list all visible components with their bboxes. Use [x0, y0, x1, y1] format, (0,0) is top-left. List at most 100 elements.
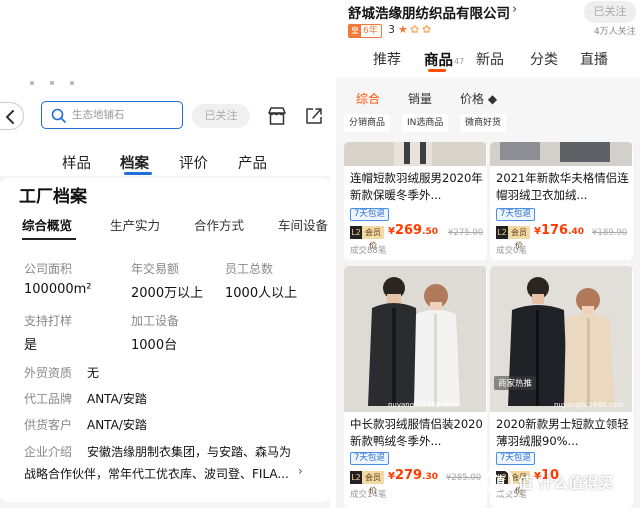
subtab-overview[interactable]: 综合概览: [22, 215, 72, 234]
metric-label: 员工总数: [225, 262, 274, 276]
row-value: ANTA/安踏: [87, 392, 147, 406]
search-box[interactable]: [41, 101, 183, 129]
store-icon[interactable]: [266, 106, 288, 126]
price-dec: .40: [568, 227, 585, 237]
profile-tabs: 样品 档案 评价 产品: [62, 152, 292, 174]
status-bar-remnant: [30, 70, 90, 85]
price-int: 279: [394, 468, 423, 483]
metric-label: 加工设备: [131, 314, 180, 328]
filter-bar: 综合 销量 价格 ◆ 分销商品 IN选商品 微商好货: [336, 78, 640, 142]
sold-count: 成交0笔: [496, 246, 527, 256]
chip-in-select[interactable]: IN选商品: [402, 114, 449, 132]
active-tab-indicator: [428, 69, 446, 72]
tab-live[interactable]: 直播: [580, 49, 608, 69]
follower-count: 4万人关注: [594, 27, 636, 37]
subtab-capacity[interactable]: 生产实力: [110, 215, 160, 234]
price-dec: .50: [422, 227, 439, 237]
return-policy-tag: 7天包退: [496, 208, 535, 221]
image-caption: nuyangfs.1688.com: [554, 401, 624, 409]
sort-sales[interactable]: 销量: [408, 90, 432, 107]
product-image[interactable]: nuyangfs.1688.com: [344, 266, 486, 412]
product-title[interactable]: 2021年新款华夫格情侣连帽羽绒卫衣加绒...: [496, 170, 630, 204]
currency: ¥: [388, 226, 395, 237]
return-policy-tag: 7天包退: [350, 208, 389, 221]
tab-goods[interactable]: 商品: [424, 49, 453, 70]
share-icon[interactable]: [304, 106, 324, 126]
price-int: 176: [540, 223, 569, 238]
expand-intro-button[interactable]: ›: [298, 464, 303, 478]
product-image[interactable]: 商家热推 nuyangfs.1688.com: [490, 266, 632, 412]
product-price: ¥269.50: [388, 223, 438, 238]
shop-chevron-icon[interactable]: ›: [512, 2, 517, 17]
shop-name[interactable]: 舒城浩缘朋纺织品有限公司: [348, 2, 510, 22]
tab-new[interactable]: 新品: [476, 49, 504, 69]
tab-samples[interactable]: 样品: [62, 152, 91, 173]
chip-distribution[interactable]: 分销商品: [344, 114, 391, 132]
original-price: ¥189.90: [592, 228, 628, 238]
follow-button[interactable]: 已关注: [192, 104, 250, 128]
currency: ¥: [388, 471, 395, 482]
price-dec: .30: [422, 472, 439, 482]
product-title[interactable]: 连帽短款羽绒服男2020年新款保暖冬季外...: [350, 170, 484, 204]
sort-comprehensive[interactable]: 综合: [356, 90, 380, 107]
star-icon: ✿: [422, 23, 432, 36]
years-label: 6年: [363, 26, 378, 36]
currency: ¥: [534, 226, 541, 237]
row-label: 供货客户: [24, 418, 73, 432]
product-card[interactable]: 连帽短款羽绒服男2020年新款保暖冬季外... 7天包退 L2 会员价 ¥269.…: [344, 142, 487, 260]
metric-value: 是: [24, 338, 38, 353]
metric-label: 年交易额: [131, 262, 180, 276]
tab-recommend[interactable]: 推荐: [373, 49, 401, 69]
member-price-badge: L2 会员价: [350, 471, 384, 495]
product-image[interactable]: [490, 142, 632, 166]
chip-wechat-goods[interactable]: 微商好货: [460, 114, 507, 132]
product-grid: 连帽短款羽绒服男2020年新款保暖冬季外... 7天包退 L2 会员价 ¥269.…: [336, 142, 640, 508]
row-label: 外贸资质: [24, 366, 73, 380]
left-header: 已关注 样品 档案 评价 产品: [0, 0, 330, 176]
metric-value: 1000台: [131, 338, 178, 353]
tab-profile[interactable]: 档案: [120, 152, 149, 173]
star-icon: ✿: [410, 23, 420, 36]
hot-recommend-tag: 商家热推: [494, 376, 537, 390]
metric-label: 公司面积: [24, 262, 73, 276]
product-image[interactable]: [344, 142, 486, 166]
metric-label: 支持打样: [24, 314, 73, 328]
sold-count: 成交88笔: [350, 246, 387, 256]
original-price: ¥275.00: [448, 228, 484, 238]
row-value: 无: [87, 366, 100, 380]
follow-shop-button[interactable]: 已关注: [584, 1, 636, 23]
tab-categories[interactable]: 分类: [530, 49, 558, 69]
factory-card: 工厂档案 综合概览 生产实力 合作方式 车间设备 公司面积 100000m² 年…: [0, 178, 330, 502]
product-title[interactable]: 2020新款男士短款立领轻薄羽绒服90%...: [496, 416, 630, 450]
price-int: 269: [394, 223, 423, 238]
search-input[interactable]: [72, 106, 176, 124]
crown-icon: 皇: [349, 24, 361, 38]
years-badge: 皇 6年: [348, 24, 382, 38]
watermark: 值 值 什么值得买: [478, 460, 638, 500]
product-card[interactable]: nuyangfs.1688.com 中长款羽绒服情侣装2020新款鸭绒冬季外..…: [344, 266, 487, 508]
subtab-cooperation[interactable]: 合作方式: [194, 215, 244, 234]
row-label: 代工品牌: [24, 392, 73, 406]
back-button[interactable]: [0, 102, 24, 130]
shop-products-panel: 舒城浩缘朋纺织品有限公司 › 已关注 皇 6年 3 ★ ✿ ✿ 4万人关注 推荐 …: [336, 0, 640, 508]
star-icon: ★: [398, 23, 408, 36]
rating-value: 3: [388, 23, 395, 36]
l2-label: L2: [350, 226, 362, 239]
member-price-badge: L2 会员价: [350, 226, 384, 250]
watermark-text: 值 什么值得买: [518, 474, 614, 492]
metric-value: 100000m²: [24, 282, 92, 297]
product-card[interactable]: 2021年新款华夫格情侣连帽羽绒卫衣加绒... 7天包退 L2 会员价 ¥176.…: [490, 142, 633, 260]
tab-reviews[interactable]: 评价: [179, 152, 208, 173]
member-label: 会员价: [362, 226, 384, 250]
member-price-badge: L2 会员价: [496, 226, 530, 250]
original-price: ¥285.00: [446, 473, 482, 483]
chevron-left-icon: [6, 110, 14, 124]
product-title[interactable]: 中长款羽绒服情侣装2020新款鸭绒冬季外...: [350, 416, 484, 450]
tab-products[interactable]: 产品: [238, 152, 267, 173]
subtab-equipment[interactable]: 车间设备: [278, 215, 328, 234]
watermark-logo-icon: 值: [484, 466, 514, 496]
goods-count: 47: [454, 57, 465, 66]
sort-price[interactable]: 价格 ◆: [460, 90, 497, 107]
l2-label: L2: [350, 471, 362, 484]
row-label: 企业介绍: [24, 445, 73, 459]
